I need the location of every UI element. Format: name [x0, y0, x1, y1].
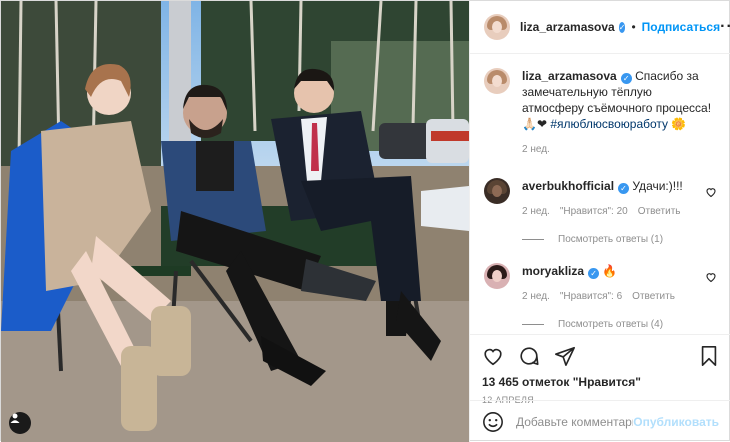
comment-likes[interactable]: "Нравится": 20: [560, 204, 628, 220]
caption-time[interactable]: 2 нед.: [522, 142, 550, 158]
reply-button[interactable]: Ответить: [638, 204, 681, 220]
verified-icon: ✓: [588, 268, 600, 279]
replies-divider: [522, 239, 544, 240]
caption-username[interactable]: liza_arzamasova: [522, 69, 617, 83]
post-side-panel: liza_arzamasova ✓ • Подписаться ··· liza…: [469, 1, 730, 442]
publish-button[interactable]: Опубликовать: [633, 415, 719, 429]
comment-time[interactable]: 2 нед.: [522, 289, 550, 305]
photo-illustration: [1, 1, 469, 442]
comment-icon[interactable]: [518, 345, 540, 367]
comment-heart-icon[interactable]: [705, 186, 717, 198]
comment-likes[interactable]: "Нравится": 6: [560, 289, 622, 305]
verified-icon: ✓: [620, 73, 632, 84]
commenter-username[interactable]: moryakliza: [522, 264, 584, 278]
add-comment-bar: Опубликовать: [470, 400, 730, 442]
reply-button[interactable]: Ответить: [632, 289, 675, 305]
view-replies-label[interactable]: Посмотреть ответы (1): [558, 234, 663, 245]
separator-dot: •: [631, 20, 636, 34]
caption: liza_arzamasova ✓ Спасибо за замечательну…: [484, 68, 717, 158]
caption-hashtag[interactable]: #ялюблюсвоюработу: [550, 117, 668, 131]
view-replies-label[interactable]: Посмотреть ответы (4): [558, 319, 663, 330]
bookmark-icon[interactable]: [699, 345, 719, 367]
more-options-icon[interactable]: ···: [720, 18, 730, 36]
replies-divider: [522, 324, 544, 325]
comment-input[interactable]: [516, 414, 634, 429]
commenter-avatar[interactable]: [484, 263, 510, 289]
comments-section[interactable]: liza_arzamasova ✓ Спасибо за замечательну…: [470, 54, 730, 334]
verified-icon: ✓: [618, 183, 630, 194]
view-replies-button[interactable]: Посмотреть ответы (1): [522, 234, 717, 245]
caption-hashtag-emoji: 🌼: [671, 117, 687, 131]
caption-avatar[interactable]: [484, 68, 510, 94]
commenter-avatar[interactable]: [484, 178, 510, 204]
emoji-icon[interactable]: [482, 411, 504, 433]
follow-button[interactable]: Подписаться: [642, 20, 720, 34]
share-icon[interactable]: [554, 345, 576, 367]
author-avatar[interactable]: [484, 14, 510, 40]
commenter-username[interactable]: averbukhofficial: [522, 179, 614, 193]
instagram-post: liza_arzamasova ✓ • Подписаться ··· liza…: [0, 0, 730, 442]
user-tag-icon[interactable]: [9, 412, 31, 434]
comment-text: Удачи:)!!!: [632, 179, 683, 193]
heart-icon[interactable]: [482, 345, 504, 367]
comment-item: averbukhofficial ✓ Удачи:)!!! 2 нед. "Нра…: [484, 178, 717, 245]
comment-time[interactable]: 2 нед.: [522, 204, 550, 220]
comment-item: moryakliza ✓ 🔥 2 нед. "Нравится": 6 Ответ…: [484, 263, 717, 330]
verified-icon: ✓: [618, 21, 626, 33]
post-header: liza_arzamasova ✓ • Подписаться ···: [470, 1, 730, 54]
author-username[interactable]: liza_arzamasova: [520, 20, 615, 34]
post-photo[interactable]: [1, 1, 469, 442]
comment-heart-icon[interactable]: [705, 271, 717, 283]
comment-text: 🔥: [602, 264, 618, 278]
view-replies-button[interactable]: Посмотреть ответы (4): [522, 319, 717, 330]
likes-count[interactable]: 13 465 отметок "Нравится": [482, 375, 719, 389]
